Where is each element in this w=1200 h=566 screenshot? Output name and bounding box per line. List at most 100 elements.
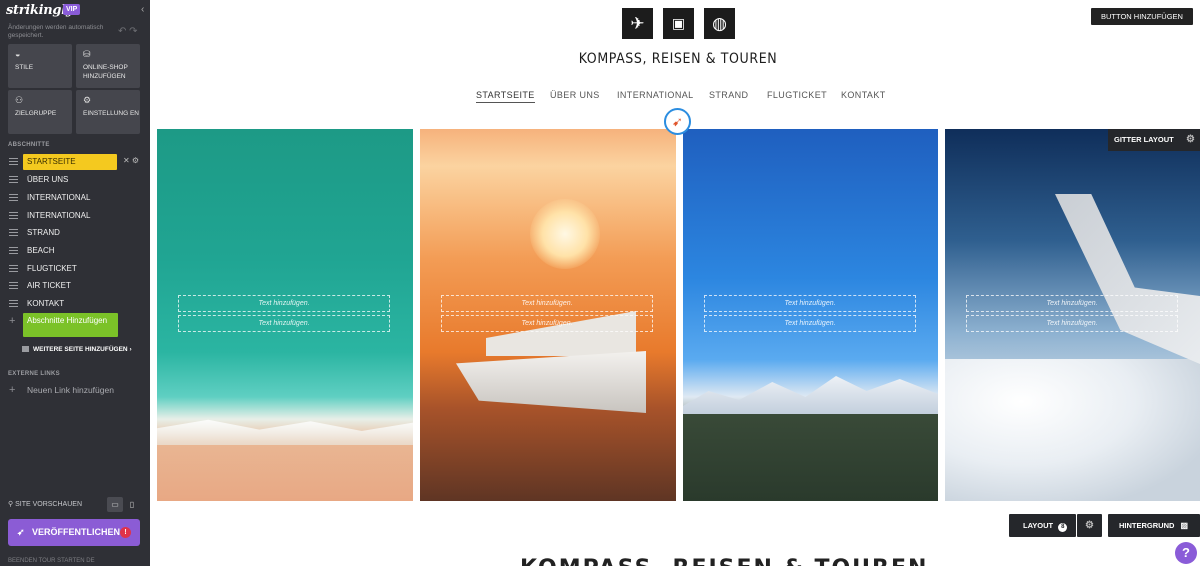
text-placeholder[interactable]: Text hinzufügen. xyxy=(704,295,916,312)
add-button[interactable]: BUTTON HINZUFÜGEN xyxy=(1091,8,1193,25)
compass-icon[interactable]: ➹ xyxy=(664,108,691,135)
text-placeholder[interactable]: Text hinzufügen. xyxy=(441,315,653,332)
suitcase-icon[interactable]: ▣ xyxy=(663,8,694,39)
online-shop-tile[interactable]: ⛁ ONLINE-SHOP HINZUFÜGEN xyxy=(76,44,140,88)
palette-icon: ◒ xyxy=(15,49,21,59)
text-placeholder[interactable]: Text hinzufügen. xyxy=(704,315,916,332)
styles-tile[interactable]: ◒ STILE xyxy=(8,44,72,88)
section-item-ueber-uns[interactable]: ÜBER UNS xyxy=(0,172,150,188)
gear-icon: ⚙ xyxy=(83,95,92,105)
add-page-label: WEITERE SEITE HINZUFÜGEN xyxy=(33,346,128,353)
section-item-flugticket[interactable]: FLUGTICKET xyxy=(0,261,150,277)
section-item-strand[interactable]: STRAND xyxy=(0,225,150,241)
plus-icon: + xyxy=(9,315,16,327)
nav-flugticket[interactable]: FLUGTICKET xyxy=(767,90,827,100)
nav-kontakt[interactable]: KONTAKT xyxy=(841,90,886,100)
editor-window: strikingly VIP ‹ Änderungen werden autom… xyxy=(0,0,1200,566)
section-item-international-2[interactable]: INTERNATIONAL xyxy=(0,208,150,224)
page-icon xyxy=(22,346,29,353)
drag-handle-icon[interactable] xyxy=(9,194,18,201)
store-icon: ⛁ xyxy=(83,49,91,59)
site-brand[interactable]: KOMPASS, REISEN & TOUREN xyxy=(555,51,801,67)
autosave-note: Änderungen werden automatisch gespeicher… xyxy=(8,24,104,39)
section-title[interactable]: KOMPASS, REISEN & TOUREN xyxy=(520,556,926,566)
audience-tile[interactable]: ⚇ ZIELGRUPPE xyxy=(8,90,72,134)
site-preview[interactable]: ⚲ SITE VORSCHAUEN xyxy=(8,500,82,508)
section-label: INTERNATIONAL xyxy=(27,193,91,202)
search-icon: ⚲ xyxy=(8,501,14,508)
grid-layout-button[interactable]: GITTER LAYOUT ⚙ xyxy=(1108,129,1200,151)
publish-button[interactable]: ➶ VERÖFFENTLICHEN ! xyxy=(8,519,140,546)
vip-badge: VIP xyxy=(63,4,81,15)
mobile-view-icon[interactable]: ▯ xyxy=(124,497,140,512)
cruise-ship-shape xyxy=(456,291,646,431)
section-item-air-ticket[interactable]: AIR TICKET xyxy=(0,278,150,294)
preview-label: SITE VORSCHAUEN xyxy=(15,501,82,508)
undo-redo-icon[interactable]: ↶ ↷ xyxy=(118,26,138,37)
drag-handle-icon[interactable] xyxy=(9,265,18,272)
globe-icon[interactable]: ◍ xyxy=(704,8,735,39)
nav-startseite[interactable]: STARTSEITE xyxy=(476,90,535,103)
add-link-button[interactable]: Neuen Link hinzufügen xyxy=(27,385,114,395)
drag-handle-icon[interactable] xyxy=(9,300,18,307)
editor-sidebar: strikingly VIP ‹ Änderungen werden autom… xyxy=(0,0,150,566)
sun-shape xyxy=(530,199,600,269)
section-label: INTERNATIONAL xyxy=(27,211,91,220)
airplane-icon[interactable]: ✈ xyxy=(622,8,653,39)
nav-ueber-uns[interactable]: ÜBER UNS xyxy=(550,90,600,100)
gallery-panel-mountains[interactable]: Text hinzufügen. Text hinzufügen. xyxy=(683,129,938,501)
text-placeholder[interactable]: Text hinzufügen. xyxy=(966,295,1178,312)
add-section-button[interactable]: Abschnitte Hinzufügen xyxy=(23,313,118,337)
text-placeholder[interactable]: Text hinzufügen. xyxy=(966,315,1178,332)
image-icon: ▨ xyxy=(1180,521,1189,530)
settings-label: EINSTELLUNG EN xyxy=(83,110,139,117)
drag-handle-icon[interactable] xyxy=(9,247,18,254)
drag-handle-icon[interactable] xyxy=(9,229,18,236)
section-actions[interactable]: ✕ ⚙ xyxy=(123,156,139,165)
section-label: KONTAKT xyxy=(27,299,65,308)
section-label: FLUGTICKET xyxy=(27,264,77,273)
drag-handle-icon[interactable] xyxy=(9,282,18,289)
gear-icon[interactable]: ⚙ xyxy=(1186,129,1195,151)
text-placeholder[interactable]: Text hinzufügen. xyxy=(441,295,653,312)
add-page-link[interactable]: WEITERE SEITE HINZUFÜGEN › xyxy=(22,346,132,354)
valley-shape xyxy=(683,414,938,501)
nav-strand[interactable]: STRAND xyxy=(709,90,748,100)
text-placeholder[interactable]: Text hinzufügen. xyxy=(178,315,390,332)
drag-handle-icon[interactable] xyxy=(9,176,18,183)
section-item-startseite[interactable]: STARTSEITE ✕ ⚙ xyxy=(0,154,150,170)
gallery-panel-airplane[interactable]: Text hinzufügen. Text hinzufügen. xyxy=(945,129,1200,501)
audience-icon: ⚇ xyxy=(15,95,24,105)
gallery-panel-cruise[interactable]: Text hinzufügen. Text hinzufügen. xyxy=(420,129,676,501)
help-button[interactable]: ? xyxy=(1175,542,1197,564)
sidebar-footer[interactable]: BEENDEN TOUR STARTEN DE xyxy=(8,558,95,564)
text-placeholder[interactable]: Text hinzufügen. xyxy=(178,295,390,312)
section-label: STARTSEITE xyxy=(23,154,117,170)
alert-badge: ! xyxy=(120,527,131,538)
section-label: AIR TICKET xyxy=(27,281,71,290)
section-label: BEACH xyxy=(27,246,55,255)
cloud-shape xyxy=(945,359,1200,501)
surf-shape xyxy=(157,419,413,445)
section-item-kontakt[interactable]: KONTAKT xyxy=(0,296,150,312)
external-links-heading: EXTERNE LINKS xyxy=(8,371,60,377)
section-item-international[interactable]: INTERNATIONAL xyxy=(0,190,150,206)
background-button[interactable]: HINTERGRUND ▨ xyxy=(1108,514,1200,537)
gear-icon[interactable]: ⚙ xyxy=(1077,514,1102,537)
nav-international[interactable]: INTERNATIONAL xyxy=(617,90,694,100)
chevron-right-icon: › xyxy=(129,346,132,353)
grid-layout-label: GITTER LAYOUT xyxy=(1114,135,1174,144)
desktop-view-icon[interactable]: ▭ xyxy=(107,497,123,512)
settings-tile[interactable]: ⚙ EINSTELLUNG EN xyxy=(76,90,140,134)
styles-label: STILE xyxy=(15,64,34,71)
plus-icon: + xyxy=(9,384,16,396)
section-item-beach[interactable]: BEACH xyxy=(0,243,150,259)
drag-handle-icon[interactable] xyxy=(9,212,18,219)
online-shop-label: ONLINE-SHOP HINZUFÜGEN xyxy=(83,64,128,80)
collapse-sidebar-icon[interactable]: ‹ xyxy=(141,4,144,15)
drag-handle-icon[interactable] xyxy=(9,158,18,165)
rocket-icon: ➶ xyxy=(17,527,25,537)
gallery-panel-ocean[interactable]: Text hinzufügen. Text hinzufügen. xyxy=(157,129,413,501)
layout-button[interactable]: LAYOUT 8 xyxy=(1009,514,1076,537)
wing-shape xyxy=(1055,194,1200,364)
